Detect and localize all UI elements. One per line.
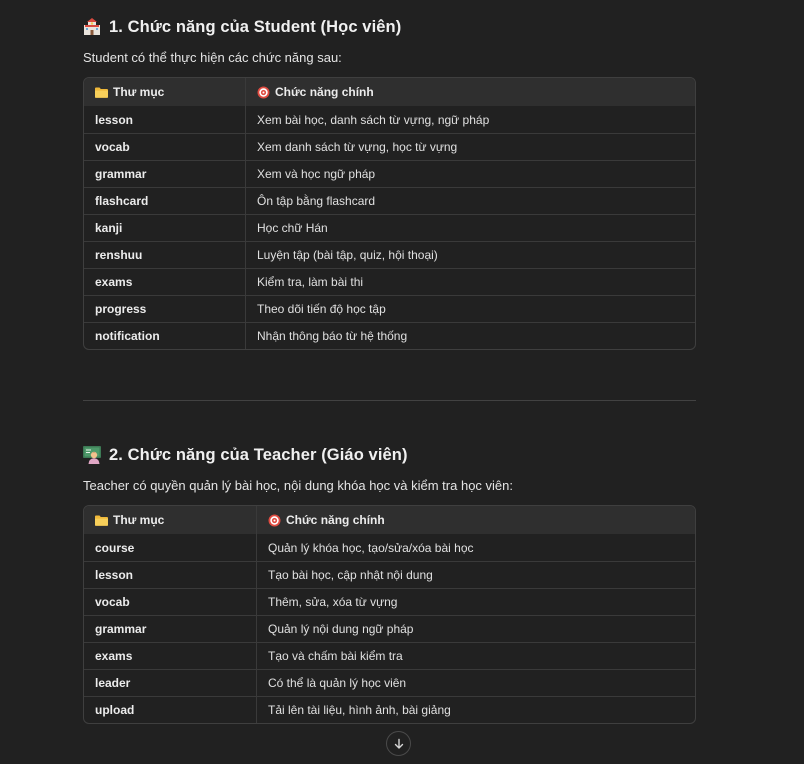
teacher-table: Thư mục Chức năng chính course Quản lý kh…: [83, 505, 696, 724]
target-icon: [257, 86, 270, 99]
function-cell: Quản lý nội dung ngữ pháp: [268, 622, 414, 636]
folder-cell: lesson: [84, 562, 257, 588]
folder-cell: upload: [84, 697, 257, 723]
table-row: lesson Tạo bài học, cập nhật nội dung: [84, 561, 695, 588]
scroll-to-bottom-button[interactable]: [386, 731, 411, 756]
function-cell: Nhận thông báo từ hệ thống: [257, 329, 408, 343]
folder-cell: grammar: [84, 616, 257, 642]
teacher-heading: 2. Chức năng của Teacher (Giáo viên): [83, 443, 696, 467]
folder-cell: vocab: [84, 134, 246, 160]
function-cell: Quản lý khóa học, tạo/sửa/xóa bài học: [268, 540, 474, 555]
folder-icon: [95, 514, 108, 527]
function-cell: Xem bài học, danh sách từ vựng, ngữ pháp: [257, 112, 490, 127]
table-row: vocab Thêm, sửa, xóa từ vựng: [84, 588, 695, 615]
folder-cell: kanji: [84, 215, 246, 241]
folder-cell: grammar: [84, 161, 246, 187]
table-row: notification Nhận thông báo từ hệ thống: [84, 322, 695, 349]
folder-cell: exams: [84, 643, 257, 669]
column-header-folder: Thư mục: [84, 78, 246, 106]
function-cell: Tạo bài học, cập nhật nội dung: [268, 568, 433, 582]
table-row: lesson Xem bài học, danh sách từ vựng, ng…: [84, 106, 695, 133]
table-row: flashcard Ôn tập bằng flashcard: [84, 187, 695, 214]
student-section: 1. Chức năng của Student (Học viên) Stud…: [83, 15, 696, 350]
function-cell: Tạo và chấm bài kiểm tra: [268, 649, 403, 663]
table-row: leader Có thể là quản lý học viên: [84, 669, 695, 696]
function-cell: Luyện tập (bài tập, quiz, hội thoại): [257, 248, 438, 262]
table-row: exams Tạo và chấm bài kiểm tra: [84, 642, 695, 669]
student-intro: Student có thể thực hiện các chức năng s…: [83, 50, 342, 65]
table-row: course Quản lý khóa học, tạo/sửa/xóa bài …: [84, 534, 695, 561]
table-row: kanji Học chữ Hán: [84, 214, 695, 241]
function-cell: Học chữ Hán: [257, 221, 328, 235]
column-header-function: Chức năng chính: [246, 78, 374, 106]
folder-cell: renshuu: [84, 242, 246, 268]
folder-cell: progress: [84, 296, 246, 322]
folder-cell: lesson: [84, 106, 246, 133]
function-cell: Kiểm tra, làm bài thi: [257, 275, 364, 289]
column-header-function: Chức năng chính: [257, 506, 385, 534]
function-cell: Ôn tập bằng flashcard: [257, 194, 376, 208]
table-row: exams Kiểm tra, làm bài thi: [84, 268, 695, 295]
function-cell: Theo dõi tiến độ học tập: [257, 302, 386, 316]
function-cell: Có thể là quản lý học viên: [268, 676, 407, 690]
section-divider: [83, 400, 696, 401]
folder-icon: [95, 86, 108, 99]
teacher-table-header: Thư mục Chức năng chính: [84, 506, 695, 534]
folder-cell: leader: [84, 670, 257, 696]
column-header-folder: Thư mục: [84, 506, 257, 534]
chat-page: 1. Chức năng của Student (Học viên) Stud…: [0, 0, 804, 764]
teacher-heading-text: 2. Chức năng của Teacher (Giáo viên): [109, 445, 408, 464]
teacher-intro: Teacher có quyền quản lý bài học, nội du…: [83, 478, 513, 493]
folder-cell: flashcard: [84, 188, 246, 214]
teacher-icon: [82, 445, 102, 465]
folder-cell: notification: [84, 323, 246, 349]
folder-cell: exams: [84, 269, 246, 295]
table-row: grammar Xem và học ngữ pháp: [84, 160, 695, 187]
school-building-icon: [82, 17, 102, 37]
function-cell: Xem danh sách từ vựng, học từ vựng: [257, 140, 458, 154]
table-row: vocab Xem danh sách từ vựng, học từ vựng: [84, 133, 695, 160]
arrow-down-icon: [393, 738, 405, 750]
folder-cell: vocab: [84, 589, 257, 615]
table-row: upload Tải lên tài liệu, hình ảnh, bài gi…: [84, 696, 695, 723]
student-table-header: Thư mục Chức năng chính: [84, 78, 695, 106]
function-cell: Thêm, sửa, xóa từ vựng: [268, 595, 398, 609]
table-row: progress Theo dõi tiến độ học tập: [84, 295, 695, 322]
folder-cell: course: [84, 534, 257, 561]
student-heading: 1. Chức năng của Student (Học viên): [83, 15, 696, 39]
student-heading-text: 1. Chức năng của Student (Học viên): [109, 17, 402, 36]
student-table: Thư mục Chức năng chính lesson Xem bài họ…: [83, 77, 696, 350]
teacher-section: 2. Chức năng của Teacher (Giáo viên) Tea…: [83, 443, 696, 724]
function-cell: Tải lên tài liệu, hình ảnh, bài giảng: [268, 703, 451, 717]
target-icon: [268, 514, 281, 527]
function-cell: Xem và học ngữ pháp: [257, 167, 376, 181]
table-row: renshuu Luyện tập (bài tập, quiz, hội tho…: [84, 241, 695, 268]
table-row: grammar Quản lý nội dung ngữ pháp: [84, 615, 695, 642]
